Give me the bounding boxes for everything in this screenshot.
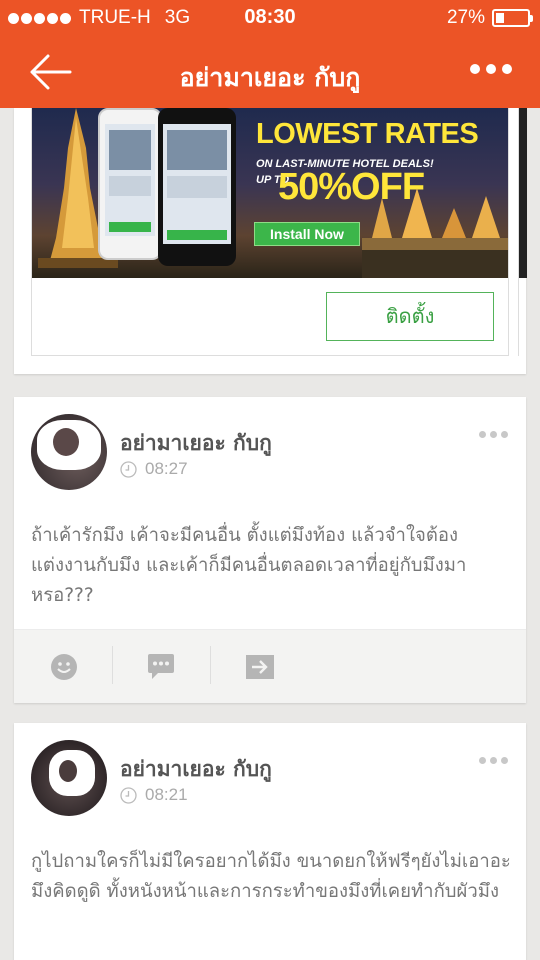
- post-more-icon[interactable]: [479, 757, 508, 764]
- ad-card: LOWEST RATES ON LAST-MINUTE HOTEL DEALS!…: [14, 108, 527, 374]
- clock-icon: [120, 786, 137, 804]
- author-name[interactable]: อย่ามาเยอะ กับกู: [120, 753, 272, 786]
- divider: [112, 646, 113, 684]
- avatar[interactable]: [31, 414, 107, 490]
- post-card: อย่ามาเยอะ กับกู 08:27 ถ้าเค้ารักมึง เค้…: [14, 397, 526, 703]
- navigation-bar: อย่ามาเยอะ กับกู: [0, 36, 540, 108]
- page-title: อย่ามาเยอะ กับกู: [179, 63, 361, 92]
- ad-install-now-badge[interactable]: Install Now: [254, 222, 360, 246]
- author-name[interactable]: อย่ามาเยอะ กับกู: [120, 427, 272, 460]
- post-text: กูไปถามใครก็ไม่มีใครอยากได้มึง ขนาดยกให้…: [31, 851, 511, 902]
- ad-panel: LOWEST RATES ON LAST-MINUTE HOTEL DEALS!…: [31, 108, 509, 356]
- post-meta: 08:21: [120, 785, 188, 805]
- post-actions: [14, 629, 526, 703]
- post-time: 08:21: [145, 785, 188, 804]
- install-button[interactable]: ติดตั้ง: [326, 292, 494, 341]
- more-dots-icon[interactable]: [470, 64, 512, 74]
- share-icon[interactable]: [240, 647, 280, 687]
- ad-headline: LOWEST RATES: [256, 118, 479, 150]
- battery-icon: [492, 9, 533, 27]
- ad-banner-image[interactable]: LOWEST RATES ON LAST-MINUTE HOTEL DEALS!…: [32, 108, 508, 278]
- phone-mockup-black: [158, 108, 236, 266]
- post-time: 08:27: [145, 459, 188, 478]
- post-card: อย่ามาเยอะ กับกู 08:21 กูไปถามใครก็ไม่มี…: [14, 723, 526, 960]
- post-more-icon[interactable]: [479, 431, 508, 438]
- status-bar: TRUE-H 3G 08:30 27%: [0, 0, 540, 36]
- top-bar: TRUE-H 3G 08:30 27% อย่ามาเยอะ กับกู: [0, 0, 540, 108]
- next-ad-peek: [518, 108, 527, 356]
- post-meta: 08:27: [120, 459, 188, 479]
- comment-icon[interactable]: [141, 647, 181, 687]
- smiley-icon[interactable]: [44, 647, 84, 687]
- battery-percent: 27%: [446, 7, 485, 28]
- clock-icon: [120, 460, 137, 478]
- divider: [210, 646, 211, 684]
- post-text: ถ้าเค้ารักมึง เค้าจะมีคนอื่น ตั้งแต่มึงท…: [31, 525, 467, 606]
- phone-mockup-white: [98, 108, 162, 260]
- avatar[interactable]: [31, 740, 107, 816]
- riverside-temples-illustration: [362, 188, 508, 278]
